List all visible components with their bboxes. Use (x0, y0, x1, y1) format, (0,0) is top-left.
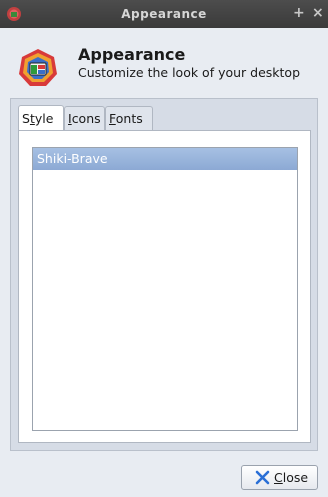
tab-fonts-label: Fonts (109, 111, 143, 126)
window-title: Appearance (121, 7, 207, 21)
header-title: Appearance (78, 45, 186, 64)
header-subtitle: Customize the look of your desktop (78, 65, 301, 80)
window-close-button[interactable]: × (312, 5, 324, 21)
style-list[interactable]: Shiki-Brave (32, 147, 298, 431)
appearance-window: Appearance + × Appearance Customize the … (0, 0, 328, 497)
tab-style[interactable]: Style (18, 105, 64, 131)
close-button-label: Close (274, 470, 309, 485)
maximize-button[interactable]: + (293, 5, 305, 21)
tab-fonts[interactable]: Fonts (105, 106, 153, 130)
appearance-palette-icon (19, 49, 57, 86)
tab-style-label: Style (22, 111, 54, 126)
title-bar[interactable]: Appearance + × (0, 0, 328, 28)
list-item[interactable]: Shiki-Brave (33, 148, 297, 170)
tab-icons-label: Icons (68, 111, 101, 126)
tab-icons[interactable]: Icons (64, 106, 105, 130)
close-x-icon (255, 470, 270, 485)
dialog-header: Appearance Customize the look of your de… (0, 28, 328, 98)
style-tab-page: Shiki-Brave (18, 130, 311, 443)
close-button[interactable]: Close (241, 465, 318, 490)
